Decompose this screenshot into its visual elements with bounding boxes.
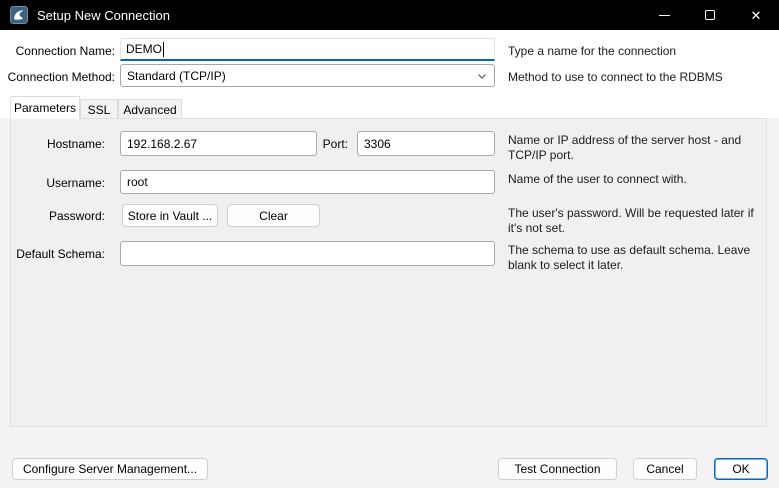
tab-advanced[interactable]: Advanced bbox=[118, 99, 182, 119]
username-help: Name of the user to connect with. bbox=[508, 172, 766, 187]
chevron-down-icon bbox=[476, 70, 488, 82]
window-controls: ✕ bbox=[641, 0, 779, 30]
close-button[interactable]: ✕ bbox=[733, 0, 779, 30]
mysql-workbench-icon bbox=[10, 6, 28, 24]
connection-method-value: Standard (TCP/IP) bbox=[127, 69, 476, 83]
tab-ssl[interactable]: SSL bbox=[80, 99, 118, 119]
hostname-help: Name or IP address of the server host - … bbox=[508, 133, 766, 163]
connection-name-label: Connection Name: bbox=[0, 44, 115, 58]
hostname-label: Hostname: bbox=[0, 137, 105, 151]
connection-method-select[interactable]: Standard (TCP/IP) bbox=[120, 64, 495, 87]
configure-server-management-button[interactable]: Configure Server Management... bbox=[12, 458, 208, 480]
text-caret bbox=[163, 42, 164, 57]
default-schema-label: Default Schema: bbox=[0, 247, 105, 261]
minimize-icon bbox=[659, 15, 670, 16]
close-icon: ✕ bbox=[751, 9, 762, 22]
ok-button[interactable]: OK bbox=[714, 458, 768, 480]
hostname-input[interactable] bbox=[120, 131, 317, 156]
password-help: The user's password. Will be requested l… bbox=[508, 206, 766, 236]
maximize-button[interactable] bbox=[687, 0, 733, 30]
test-connection-button[interactable]: Test Connection bbox=[498, 458, 617, 480]
store-in-vault-button[interactable]: Store in Vault ... bbox=[122, 204, 218, 227]
username-label: Username: bbox=[0, 176, 105, 190]
maximize-icon bbox=[705, 10, 715, 20]
connection-name-input[interactable] bbox=[120, 38, 495, 61]
clear-password-button[interactable]: Clear bbox=[227, 204, 320, 227]
setup-new-connection-dialog: Setup New Connection ✕ Connection Name: … bbox=[0, 0, 779, 488]
port-label: Port: bbox=[300, 137, 348, 151]
username-input[interactable] bbox=[120, 170, 495, 194]
default-schema-input[interactable] bbox=[120, 241, 495, 266]
connection-name-help: Type a name for the connection bbox=[508, 44, 773, 59]
window-title: Setup New Connection bbox=[37, 8, 170, 23]
title-bar: Setup New Connection ✕ bbox=[0, 0, 779, 30]
default-schema-help: The schema to use as default schema. Lea… bbox=[508, 243, 766, 273]
password-label: Password: bbox=[0, 209, 105, 223]
tab-parameters[interactable]: Parameters bbox=[10, 96, 80, 119]
connection-method-label: Connection Method: bbox=[0, 70, 115, 84]
connection-method-help: Method to use to connect to the RDBMS bbox=[508, 70, 779, 85]
port-input[interactable] bbox=[357, 131, 495, 156]
cancel-button[interactable]: Cancel bbox=[633, 458, 697, 480]
minimize-button[interactable] bbox=[641, 0, 687, 30]
